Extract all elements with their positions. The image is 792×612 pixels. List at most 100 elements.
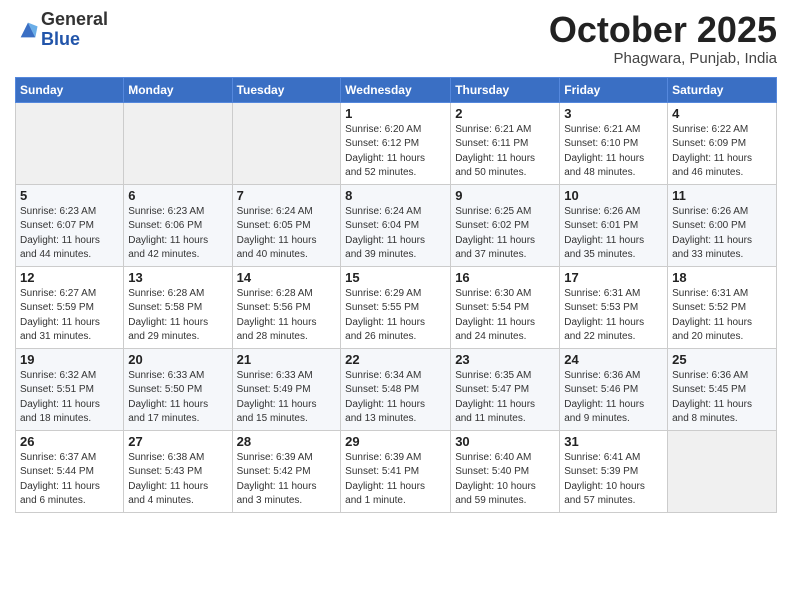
calendar-cell: 21Sunrise: 6:33 AMSunset: 5:49 PMDayligh… — [232, 348, 341, 430]
calendar-cell: 17Sunrise: 6:31 AMSunset: 5:53 PMDayligh… — [560, 266, 668, 348]
calendar-cell: 27 Sunrise: 6:38 AMSunset: 5:43 PMDayligh… — [124, 430, 232, 512]
location: Phagwara, Punjab, India — [549, 50, 777, 67]
day-info: Sunrise: 6:21 AMSunset: 6:11 PMDaylight:… — [455, 123, 555, 181]
day-number: 29 — [345, 434, 446, 449]
header-tuesday: Tuesday — [232, 77, 341, 102]
calendar-cell: 2 Sunrise: 6:21 AMSunset: 6:11 PMDaylight… — [451, 102, 560, 184]
day-info: Sunrise: 6:35 AMSunset: 5:47 PMDaylight:… — [455, 369, 555, 427]
day-info: Sunrise: 6:26 AMSunset: 6:00 PMDaylight:… — [672, 205, 772, 263]
day-info: Sunrise: 6:25 AMSunset: 6:02 PMDaylight:… — [455, 205, 555, 263]
calendar-table: Sunday Monday Tuesday Wednesday Thursday… — [15, 77, 777, 513]
day-info: Sunrise: 6:23 AMSunset: 6:06 PMDaylight:… — [128, 205, 227, 263]
logo-general-text: General — [41, 9, 108, 29]
calendar-cell: 12 Sunrise: 6:27 AMSunset: 5:59 PMDayligh… — [16, 266, 124, 348]
title-block: October 2025 Phagwara, Punjab, India — [549, 10, 777, 67]
day-number: 1 — [345, 106, 446, 121]
day-number: 3 — [564, 106, 663, 121]
day-info: Sunrise: 6:23 AMSunset: 6:07 PMDaylight:… — [20, 205, 119, 263]
calendar-week-row: 26 Sunrise: 6:37 AMSunset: 5:44 PMDayligh… — [16, 430, 777, 512]
day-info: Sunrise: 6:29 AMSunset: 5:55 PMDaylight:… — [345, 287, 446, 345]
calendar-cell: 6 Sunrise: 6:23 AMSunset: 6:06 PMDaylight… — [124, 184, 232, 266]
header-friday: Friday — [560, 77, 668, 102]
header-thursday: Thursday — [451, 77, 560, 102]
calendar-cell: 4 Sunrise: 6:22 AMSunset: 6:09 PMDaylight… — [668, 102, 777, 184]
header-saturday: Saturday — [668, 77, 777, 102]
day-number: 20 — [128, 352, 227, 367]
calendar-cell — [668, 430, 777, 512]
day-number: 18 — [672, 270, 772, 285]
day-info: Sunrise: 6:37 AMSunset: 5:44 PMDaylight:… — [20, 451, 119, 509]
day-number: 25 — [672, 352, 772, 367]
day-info: Sunrise: 6:22 AMSunset: 6:09 PMDaylight:… — [672, 123, 772, 181]
calendar-cell: 25Sunrise: 6:36 AMSunset: 5:45 PMDayligh… — [668, 348, 777, 430]
day-number: 23 — [455, 352, 555, 367]
day-info: Sunrise: 6:31 AMSunset: 5:52 PMDaylight:… — [672, 287, 772, 345]
days-header-row: Sunday Monday Tuesday Wednesday Thursday… — [16, 77, 777, 102]
calendar-cell — [16, 102, 124, 184]
day-info: Sunrise: 6:20 AMSunset: 6:12 PMDaylight:… — [345, 123, 446, 181]
day-info: Sunrise: 6:38 AMSunset: 5:43 PMDaylight:… — [128, 451, 227, 509]
calendar-cell: 19Sunrise: 6:32 AMSunset: 5:51 PMDayligh… — [16, 348, 124, 430]
day-info: Sunrise: 6:36 AMSunset: 5:46 PMDaylight:… — [564, 369, 663, 427]
calendar-cell: 15Sunrise: 6:29 AMSunset: 5:55 PMDayligh… — [341, 266, 451, 348]
header-wednesday: Wednesday — [341, 77, 451, 102]
day-info: Sunrise: 6:30 AMSunset: 5:54 PMDaylight:… — [455, 287, 555, 345]
day-info: Sunrise: 6:31 AMSunset: 5:53 PMDaylight:… — [564, 287, 663, 345]
day-number: 2 — [455, 106, 555, 121]
day-info: Sunrise: 6:41 AMSunset: 5:39 PMDaylight:… — [564, 451, 663, 509]
day-info: Sunrise: 6:24 AMSunset: 6:05 PMDaylight:… — [237, 205, 337, 263]
day-number: 12 — [20, 270, 119, 285]
day-info: Sunrise: 6:26 AMSunset: 6:01 PMDaylight:… — [564, 205, 663, 263]
day-info: Sunrise: 6:32 AMSunset: 5:51 PMDaylight:… — [20, 369, 119, 427]
day-number: 22 — [345, 352, 446, 367]
calendar-cell: 23 Sunrise: 6:35 AMSunset: 5:47 PMDayligh… — [451, 348, 560, 430]
day-number: 11 — [672, 188, 772, 203]
calendar-cell: 11 Sunrise: 6:26 AMSunset: 6:00 PMDayligh… — [668, 184, 777, 266]
calendar-cell: 3 Sunrise: 6:21 AMSunset: 6:10 PMDaylight… — [560, 102, 668, 184]
day-number: 6 — [128, 188, 227, 203]
day-number: 8 — [345, 188, 446, 203]
calendar-week-row: 5Sunrise: 6:23 AMSunset: 6:07 PMDaylight… — [16, 184, 777, 266]
calendar-cell: 1 Sunrise: 6:20 AMSunset: 6:12 PMDaylight… — [341, 102, 451, 184]
day-info: Sunrise: 6:27 AMSunset: 5:59 PMDaylight:… — [20, 287, 119, 345]
day-info: Sunrise: 6:21 AMSunset: 6:10 PMDaylight:… — [564, 123, 663, 181]
month-title: October 2025 — [549, 10, 777, 50]
calendar-cell: 30Sunrise: 6:40 AMSunset: 5:40 PMDayligh… — [451, 430, 560, 512]
calendar-cell: 7 Sunrise: 6:24 AMSunset: 6:05 PMDaylight… — [232, 184, 341, 266]
calendar-week-row: 19Sunrise: 6:32 AMSunset: 5:51 PMDayligh… — [16, 348, 777, 430]
calendar-cell: 8Sunrise: 6:24 AMSunset: 6:04 PMDaylight… — [341, 184, 451, 266]
calendar-cell: 29 Sunrise: 6:39 AMSunset: 5:41 PMDayligh… — [341, 430, 451, 512]
day-number: 31 — [564, 434, 663, 449]
calendar-cell: 22Sunrise: 6:34 AMSunset: 5:48 PMDayligh… — [341, 348, 451, 430]
day-number: 14 — [237, 270, 337, 285]
day-number: 13 — [128, 270, 227, 285]
day-number: 9 — [455, 188, 555, 203]
day-info: Sunrise: 6:33 AMSunset: 5:50 PMDaylight:… — [128, 369, 227, 427]
day-info: Sunrise: 6:39 AMSunset: 5:42 PMDaylight:… — [237, 451, 337, 509]
day-number: 10 — [564, 188, 663, 203]
header-sunday: Sunday — [16, 77, 124, 102]
header-monday: Monday — [124, 77, 232, 102]
day-number: 4 — [672, 106, 772, 121]
logo-icon — [17, 19, 39, 41]
calendar-cell: 16Sunrise: 6:30 AMSunset: 5:54 PMDayligh… — [451, 266, 560, 348]
calendar-cell: 14 Sunrise: 6:28 AMSunset: 5:56 PMDayligh… — [232, 266, 341, 348]
day-number: 7 — [237, 188, 337, 203]
day-number: 27 — [128, 434, 227, 449]
calendar-cell: 9 Sunrise: 6:25 AMSunset: 6:02 PMDaylight… — [451, 184, 560, 266]
calendar-cell: 13Sunrise: 6:28 AMSunset: 5:58 PMDayligh… — [124, 266, 232, 348]
calendar-week-row: 12 Sunrise: 6:27 AMSunset: 5:59 PMDayligh… — [16, 266, 777, 348]
day-number: 24 — [564, 352, 663, 367]
calendar-cell — [124, 102, 232, 184]
calendar-cell: 5Sunrise: 6:23 AMSunset: 6:07 PMDaylight… — [16, 184, 124, 266]
day-info: Sunrise: 6:40 AMSunset: 5:40 PMDaylight:… — [455, 451, 555, 509]
calendar-cell: 31 Sunrise: 6:41 AMSunset: 5:39 PMDayligh… — [560, 430, 668, 512]
header: General Blue October 2025 Phagwara, Punj… — [15, 10, 777, 67]
day-info: Sunrise: 6:28 AMSunset: 5:56 PMDaylight:… — [237, 287, 337, 345]
calendar-cell: 28Sunrise: 6:39 AMSunset: 5:42 PMDayligh… — [232, 430, 341, 512]
calendar-cell: 10 Sunrise: 6:26 AMSunset: 6:01 PMDayligh… — [560, 184, 668, 266]
day-number: 26 — [20, 434, 119, 449]
calendar-week-row: 1 Sunrise: 6:20 AMSunset: 6:12 PMDaylight… — [16, 102, 777, 184]
calendar-container: General Blue October 2025 Phagwara, Punj… — [0, 0, 792, 528]
day-info: Sunrise: 6:39 AMSunset: 5:41 PMDaylight:… — [345, 451, 446, 509]
